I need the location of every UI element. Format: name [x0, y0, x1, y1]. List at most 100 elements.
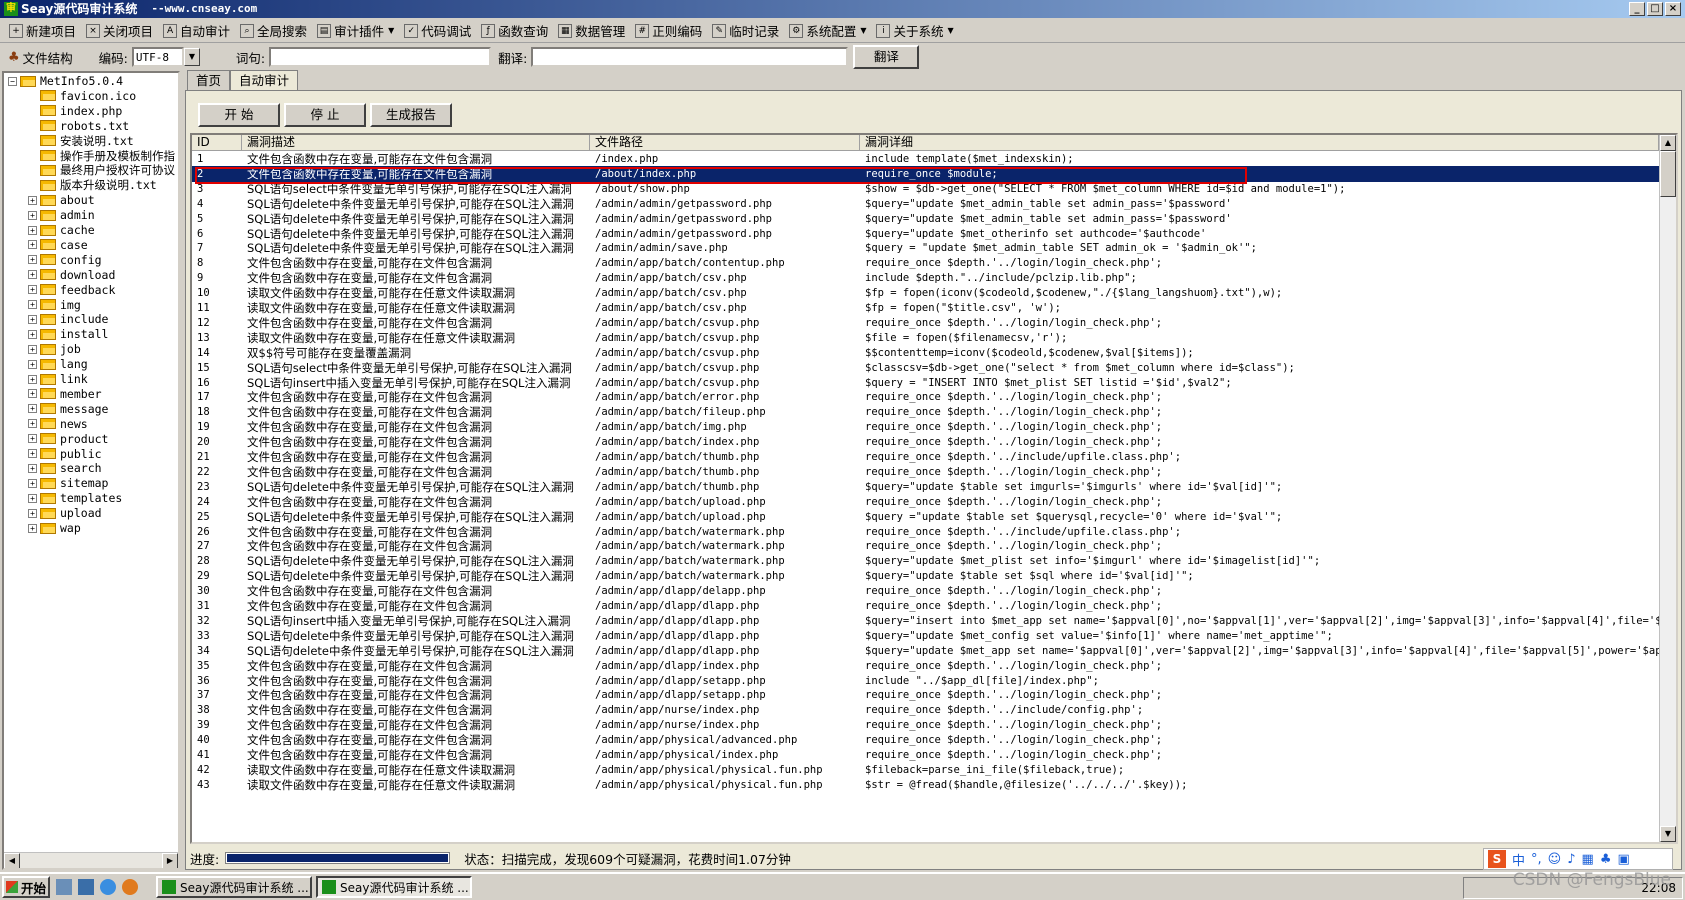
- toolbar-item-7[interactable]: ▦ 数据管理: [553, 20, 630, 42]
- table-row[interactable]: 25 SQL语句delete中条件变量无单引号保护,可能存在SQL注入漏洞/adm…: [192, 509, 1659, 525]
- toolbar-item-11[interactable]: i 关于系统 ▼: [871, 20, 958, 42]
- table-row[interactable]: 24 文件包含函数中存在变量,可能存在文件包含漏洞/admin/app/batch…: [192, 494, 1659, 510]
- expand-icon[interactable]: +: [28, 374, 37, 384]
- scroll-up-icon[interactable]: ▲: [1660, 135, 1676, 151]
- table-row[interactable]: 7 SQL语句delete中条件变量无单引号保护,可能存在SQL注入漏洞/admi…: [192, 240, 1659, 256]
- tree-file[interactable]: index.php: [28, 103, 122, 119]
- taskbar-task[interactable]: Seay源代码审计系统 ...: [156, 876, 312, 898]
- expand-icon[interactable]: +: [28, 449, 37, 458]
- show-desktop-icon[interactable]: [56, 879, 72, 895]
- table-row[interactable]: 11 读取文件函数中存在变量,可能存在任意文件读取漏洞/admin/app/bat…: [192, 300, 1659, 316]
- expand-icon[interactable]: +: [28, 240, 37, 250]
- expand-icon[interactable]: +: [28, 255, 37, 265]
- ime-toolbar[interactable]: S 中 °, ☺ ♪ ▦ ♣ ▣: [1483, 848, 1673, 870]
- toolbar-item-6[interactable]: ƒ 函数查询: [476, 20, 553, 42]
- ie-browser-icon[interactable]: [100, 879, 116, 895]
- tree-folder-install[interactable]: + install: [28, 326, 108, 342]
- table-row[interactable]: 33 SQL语句delete中条件变量无单引号保护,可能存在SQL注入漏洞/adm…: [192, 628, 1659, 644]
- expand-icon[interactable]: +: [28, 195, 37, 205]
- tree-file[interactable]: robots.txt: [28, 118, 129, 134]
- tree-horizontal-scrollbar[interactable]: ◀ ▶: [4, 852, 178, 868]
- table-row[interactable]: 16 SQL语句insert中插入变量无单引号保护,可能存在SQL注入漏洞/adm…: [192, 375, 1659, 391]
- ime-mode[interactable]: 中: [1512, 850, 1525, 869]
- expand-icon[interactable]: +: [28, 329, 37, 339]
- tree-folder-case[interactable]: + case: [28, 237, 88, 253]
- emoji-icon[interactable]: ☺: [1548, 852, 1562, 867]
- expand-icon[interactable]: +: [28, 508, 37, 518]
- table-row[interactable]: 28 SQL语句delete中条件变量无单引号保护,可能存在SQL注入漏洞/adm…: [192, 553, 1659, 569]
- taskbar-task[interactable]: Seay源代码审计系统 ...: [316, 876, 472, 898]
- table-row[interactable]: 4 SQL语句delete中条件变量无单引号保护,可能存在SQL注入漏洞/admi…: [192, 196, 1659, 212]
- table-row[interactable]: 1 文件包含函数中存在变量,可能存在文件包含漏洞/index.php include…: [192, 151, 1659, 167]
- table-row[interactable]: 23 SQL语句delete中条件变量无单引号保护,可能存在SQL注入漏洞/adm…: [192, 479, 1659, 495]
- table-row[interactable]: 42 读取文件函数中存在变量,可能存在任意文件读取漏洞/admin/app/phy…: [192, 762, 1659, 778]
- table-row[interactable]: 36 文件包含函数中存在变量,可能存在文件包含漏洞/admin/app/dlapp…: [192, 673, 1659, 689]
- table-row[interactable]: 35 文件包含函数中存在变量,可能存在文件包含漏洞/admin/app/dlapp…: [192, 658, 1659, 674]
- stop-button[interactable]: 停 止: [284, 103, 366, 127]
- table-row[interactable]: 29 SQL语句delete中条件变量无单引号保护,可能存在SQL注入漏洞/adm…: [192, 568, 1659, 584]
- tree-folder-public[interactable]: + public: [28, 446, 102, 462]
- table-row[interactable]: 12 文件包含函数中存在变量,可能存在文件包含漏洞/admin/app/batch…: [192, 315, 1659, 331]
- tree-folder-upload[interactable]: + upload: [28, 505, 102, 521]
- tree-file[interactable]: 安装说明.txt: [28, 133, 134, 149]
- expand-icon[interactable]: +: [28, 314, 37, 324]
- toolbar-item-0[interactable]: + 新建项目: [4, 20, 81, 42]
- tree-folder-link[interactable]: + link: [28, 371, 88, 387]
- translate-input[interactable]: [531, 47, 849, 67]
- toolbar-item-1[interactable]: × 关闭项目: [81, 20, 158, 42]
- table-row[interactable]: 38 文件包含函数中存在变量,可能存在文件包含漏洞/admin/app/nurse…: [192, 702, 1659, 718]
- scroll-down-icon[interactable]: ▼: [1660, 826, 1676, 842]
- table-row[interactable]: 32 SQL语句insert中插入变量无单引号保护,可能存在SQL注入漏洞/adm…: [192, 613, 1659, 629]
- expand-icon[interactable]: −: [8, 76, 17, 86]
- tree-folder-news[interactable]: + news: [28, 416, 88, 432]
- table-row[interactable]: 6 SQL语句delete中条件变量无单引号保护,可能存在SQL注入漏洞/admi…: [192, 226, 1659, 242]
- expand-icon[interactable]: +: [28, 285, 37, 295]
- table-row[interactable]: 19 文件包含函数中存在变量,可能存在文件包含漏洞/admin/app/batch…: [192, 419, 1659, 435]
- table-row[interactable]: 8 文件包含函数中存在变量,可能存在文件包含漏洞/admin/app/batch/…: [192, 255, 1659, 271]
- tree-folder-product[interactable]: + product: [28, 431, 108, 447]
- close-button[interactable]: ×: [1665, 2, 1681, 16]
- tree-folder-config[interactable]: + config: [28, 252, 102, 268]
- table-row[interactable]: 5 SQL语句delete中条件变量无单引号保护,可能存在SQL注入漏洞/admi…: [192, 211, 1659, 227]
- table-row[interactable]: 34 SQL语句delete中条件变量无单引号保护,可能存在SQL注入漏洞/adm…: [192, 643, 1659, 659]
- tree-folder-member[interactable]: + member: [28, 386, 102, 402]
- expand-icon[interactable]: +: [28, 344, 37, 354]
- toolbar-item-5[interactable]: ✓ 代码调试: [399, 20, 476, 42]
- tree-folder-sitemap[interactable]: + sitemap: [28, 475, 108, 491]
- table-row[interactable]: 20 文件包含函数中存在变量,可能存在文件包含漏洞/admin/app/batch…: [192, 434, 1659, 450]
- table-row[interactable]: 26 文件包含函数中存在变量,可能存在文件包含漏洞/admin/app/batch…: [192, 524, 1659, 540]
- toolbar-item-4[interactable]: ▤ 审计插件 ▼: [312, 20, 399, 42]
- table-row[interactable]: 37 文件包含函数中存在变量,可能存在文件包含漏洞/admin/app/dlapp…: [192, 687, 1659, 703]
- table-vertical-scrollbar[interactable]: ▲ ▼: [1659, 135, 1676, 842]
- tree-folder-wap[interactable]: + wap: [28, 520, 81, 536]
- tree-folder-img[interactable]: + img: [28, 297, 81, 313]
- computer-icon[interactable]: [78, 879, 94, 895]
- expand-icon[interactable]: +: [28, 210, 37, 220]
- table-row[interactable]: 18 文件包含函数中存在变量,可能存在文件包含漏洞/admin/app/batch…: [192, 404, 1659, 420]
- encoding-select[interactable]: UTF-8: [131, 47, 184, 67]
- table-row[interactable]: 2 文件包含函数中存在变量,可能存在文件包含漏洞/about/index.php r…: [192, 165, 1659, 182]
- tree-folder-about[interactable]: + about: [28, 192, 95, 208]
- skin-icon[interactable]: ♣: [1600, 852, 1612, 867]
- expand-icon[interactable]: +: [28, 493, 37, 503]
- tab-0[interactable]: 首页: [187, 70, 231, 90]
- expand-icon[interactable]: +: [28, 523, 37, 533]
- microphone-icon[interactable]: ♪: [1567, 852, 1575, 867]
- table-row[interactable]: 43 读取文件函数中存在变量,可能存在任意文件读取漏洞/admin/app/phy…: [192, 777, 1659, 793]
- maximize-button[interactable]: □: [1647, 2, 1663, 16]
- tree-folder-job[interactable]: + job: [28, 341, 81, 357]
- start-button[interactable]: 开 始: [198, 103, 280, 127]
- table-row[interactable]: 3 SQL语句select中条件变量无单引号保护,可能存在SQL注入漏洞/abou…: [192, 181, 1659, 197]
- toolbar-item-10[interactable]: ⚙ 系统配置 ▼: [784, 20, 871, 42]
- table-row[interactable]: 27 文件包含函数中存在变量,可能存在文件包含漏洞/admin/app/batch…: [192, 538, 1659, 554]
- tree-folder-lang[interactable]: + lang: [28, 356, 88, 372]
- table-row[interactable]: 9 文件包含函数中存在变量,可能存在文件包含漏洞/admin/app/batch/…: [192, 270, 1659, 286]
- table-row[interactable]: 22 文件包含函数中存在变量,可能存在文件包含漏洞/admin/app/batch…: [192, 464, 1659, 480]
- toolbar-item-2[interactable]: A 自动审计: [158, 20, 235, 42]
- tree-folder-include[interactable]: + include: [28, 311, 108, 327]
- table-row[interactable]: 10 读取文件函数中存在变量,可能存在任意文件读取漏洞/admin/app/bat…: [192, 285, 1659, 301]
- expand-icon[interactable]: +: [28, 463, 37, 473]
- tree-file[interactable]: 操作手册及模板制作指: [28, 148, 175, 164]
- toolbar-item-8[interactable]: # 正则编码: [630, 20, 707, 42]
- tree-file[interactable]: 版本升级说明.txt: [28, 177, 157, 193]
